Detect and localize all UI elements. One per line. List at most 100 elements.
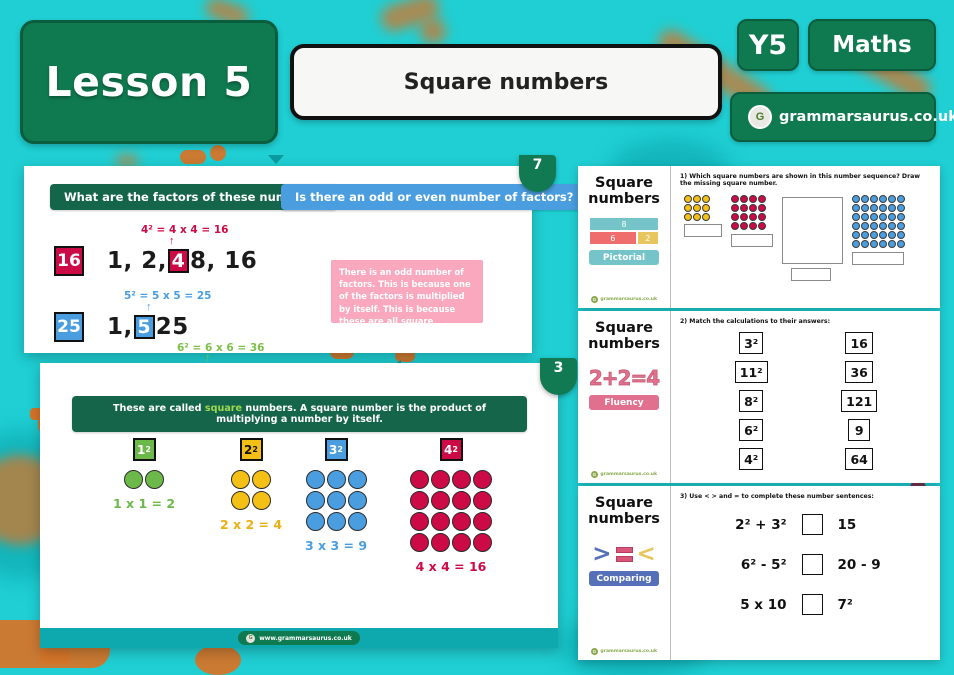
worksheet-side-title-1: Square numbers [588, 175, 660, 208]
subject-badge: Maths [808, 19, 936, 71]
lesson-label: Lesson 5 [45, 58, 253, 106]
match-right-column: 16 36 121 9 64 [841, 332, 878, 470]
square-group-2: 32 3 x 3 = 9 [305, 438, 367, 553]
factor-highlight-1: 5 [133, 315, 155, 339]
lesson-badge: Lesson 5 [20, 20, 278, 144]
worksheet-side-title-2: Square numbers [588, 320, 660, 353]
number-sentences-area: 2² + 3² 15 6² - 5² 20 - 9 5 x 10 7² [680, 514, 932, 615]
dot-array-3 [410, 470, 492, 552]
square-group-chip-3: 42 [439, 438, 463, 461]
sequence-item-2-missing[interactable] [782, 197, 843, 281]
definition-pre: These are called [112, 403, 205, 414]
match-right-cell[interactable]: 121 [841, 390, 878, 412]
worksheet-footer-1: G grammarsaurus.co.uk [590, 296, 657, 303]
slide-one-factor-list-0: 1, 2, 4 8, 16 [107, 248, 257, 274]
equals-icon [615, 547, 633, 563]
bar-part-left-value: 6 [610, 233, 616, 243]
worksheet-side-title-3: Square numbers [588, 495, 660, 528]
brand-url-label: grammarsaurus.co.uk [779, 109, 954, 125]
slide-two-footer: G www.grammarsaurus.co.uk [40, 628, 558, 648]
slide-two[interactable]: These are called square numbers. A squar… [40, 363, 558, 648]
match-calculations-area: 3² 11² 8² 6² 4² 16 36 121 9 64 [680, 332, 932, 470]
answer-box-0[interactable] [684, 224, 722, 237]
match-left-cell[interactable]: 8² [739, 390, 764, 412]
match-left-cell[interactable]: 11² [734, 361, 768, 383]
square-group-equation-2: 3 x 3 = 9 [305, 538, 368, 553]
mini-dot-grid-3 [852, 195, 905, 248]
worksheet-main-1: 1) Which square numbers are shown in thi… [671, 166, 940, 308]
factors-after-1: 25 [155, 314, 189, 340]
match-left-column: 3² 11² 8² 6² 4² [734, 332, 768, 470]
draw-missing-square-area[interactable] [782, 197, 843, 264]
mini-dot-grid-1 [731, 195, 766, 230]
grammarsaurus-logo-icon: G [590, 471, 598, 478]
square-group-1: 22 2 x 2 = 4 [220, 438, 282, 532]
match-right-cell[interactable]: 36 [845, 361, 873, 383]
comparison-answer-box[interactable] [801, 594, 823, 615]
sentence-right-expression: 7² [837, 596, 853, 613]
slide-one-page-badge: 7 [519, 155, 556, 192]
bar-model-icon: 8 6 2 [589, 217, 659, 246]
sentence-right-expression: 15 [837, 516, 857, 533]
square-group-3: 42 4 x 4 = 16 [410, 438, 492, 574]
answer-box-2[interactable] [791, 268, 831, 281]
bar-part-right-value: 2 [645, 233, 651, 243]
worksheet-sidebar-3: Square numbers > < Comparing G grammarsau… [578, 486, 671, 660]
number-sentence-row: 5 x 10 7² [731, 594, 882, 615]
page-header: Lesson 5 Square numbers Y5 Maths G gramm… [0, 0, 954, 152]
answer-box-1[interactable] [731, 234, 773, 247]
slide-one-equation-0: 4² = 4 x 4 = 16 [141, 224, 229, 236]
match-right-cell[interactable]: 9 [848, 419, 871, 441]
brand-badge[interactable]: G grammarsaurus.co.uk [730, 92, 954, 142]
greater-than-icon: > [592, 541, 612, 568]
dot-array-1 [231, 470, 272, 510]
slide-two-footer-pill[interactable]: G www.grammarsaurus.co.uk [238, 631, 360, 645]
year-group-badge: Y5 [737, 19, 799, 71]
year-group-label: Y5 [748, 29, 788, 61]
worksheet-row-fluency[interactable]: Square numbers 2+2=4 Fluency G grammarsau… [578, 311, 940, 483]
worksheet-question-2: 2) Match the calculations to their answe… [680, 318, 831, 325]
slide-two-page-badge: 3 [540, 358, 577, 395]
worksheet-row-pictorial[interactable]: Square numbers 8 6 2 Pictorial G grammars… [578, 166, 940, 308]
sequence-item-0 [684, 195, 722, 237]
sentence-left-expression: 2² + 3² [735, 516, 787, 533]
slide-two-footer-url: www.grammarsaurus.co.uk [259, 634, 352, 642]
lesson-title-box: Square numbers [290, 44, 722, 120]
answer-box-3[interactable] [852, 252, 904, 265]
comparison-answer-box[interactable] [801, 554, 823, 575]
factors-before-1: 1, [107, 314, 133, 340]
grammarsaurus-logo-icon: G [246, 633, 256, 643]
worksheet-sidebar-1: Square numbers 8 6 2 Pictorial G grammars… [578, 166, 671, 308]
worksheet-sidebar-2: Square numbers 2+2=4 Fluency G grammarsau… [578, 311, 671, 483]
match-left-cell[interactable]: 4² [739, 448, 764, 470]
slide-one-factor-list-1: 1, 5 25 [107, 314, 189, 340]
match-right-cell[interactable]: 16 [845, 332, 873, 354]
square-group-0: 12 1 x 1 = 2 [113, 438, 175, 511]
sequence-item-1 [731, 195, 773, 247]
square-group-chip-2: 32 [324, 438, 348, 461]
sentence-right-expression: 20 - 9 [837, 556, 881, 573]
square-group-equation-3: 4 x 4 = 16 [415, 559, 487, 574]
worksheet-row-comparing[interactable]: Square numbers > < Comparing G grammarsau… [578, 486, 940, 660]
square-group-chip-1: 22 [239, 438, 263, 461]
comparison-answer-box[interactable] [801, 514, 823, 535]
slide-one-number-chip-1: 25 [54, 312, 84, 342]
fluency-equation-icon: 2+2=4 [588, 366, 661, 391]
worksheet-footer-3: G grammarsaurus.co.uk [590, 648, 658, 655]
dot-array-0 [124, 470, 165, 489]
slide-one-equation-1: 5² = 5 x 5 = 25 [124, 290, 212, 302]
sequence-item-3 [852, 195, 905, 265]
worksheet-footer-url-3: grammarsaurus.co.uk [600, 649, 658, 654]
match-right-cell[interactable]: 64 [845, 448, 873, 470]
square-group-chip-0: 12 [132, 438, 156, 461]
match-left-cell[interactable]: 6² [739, 419, 764, 441]
worksheet-category-pill-1: Pictorial [589, 250, 659, 266]
worksheet-category-pill-3: Comparing [589, 571, 659, 587]
slide-one-arrow-2: ↑ [205, 352, 211, 364]
worksheet-footer-2: G grammarsaurus.co.uk [590, 471, 658, 478]
square-group-equation-0: 1 x 1 = 2 [113, 496, 176, 511]
number-sentence-row: 6² - 5² 20 - 9 [731, 554, 882, 575]
match-left-cell[interactable]: 3² [739, 332, 764, 354]
worksheet-footer-url-2: grammarsaurus.co.uk [600, 472, 658, 477]
worksheet-category-pill-2: Fluency [589, 395, 659, 411]
